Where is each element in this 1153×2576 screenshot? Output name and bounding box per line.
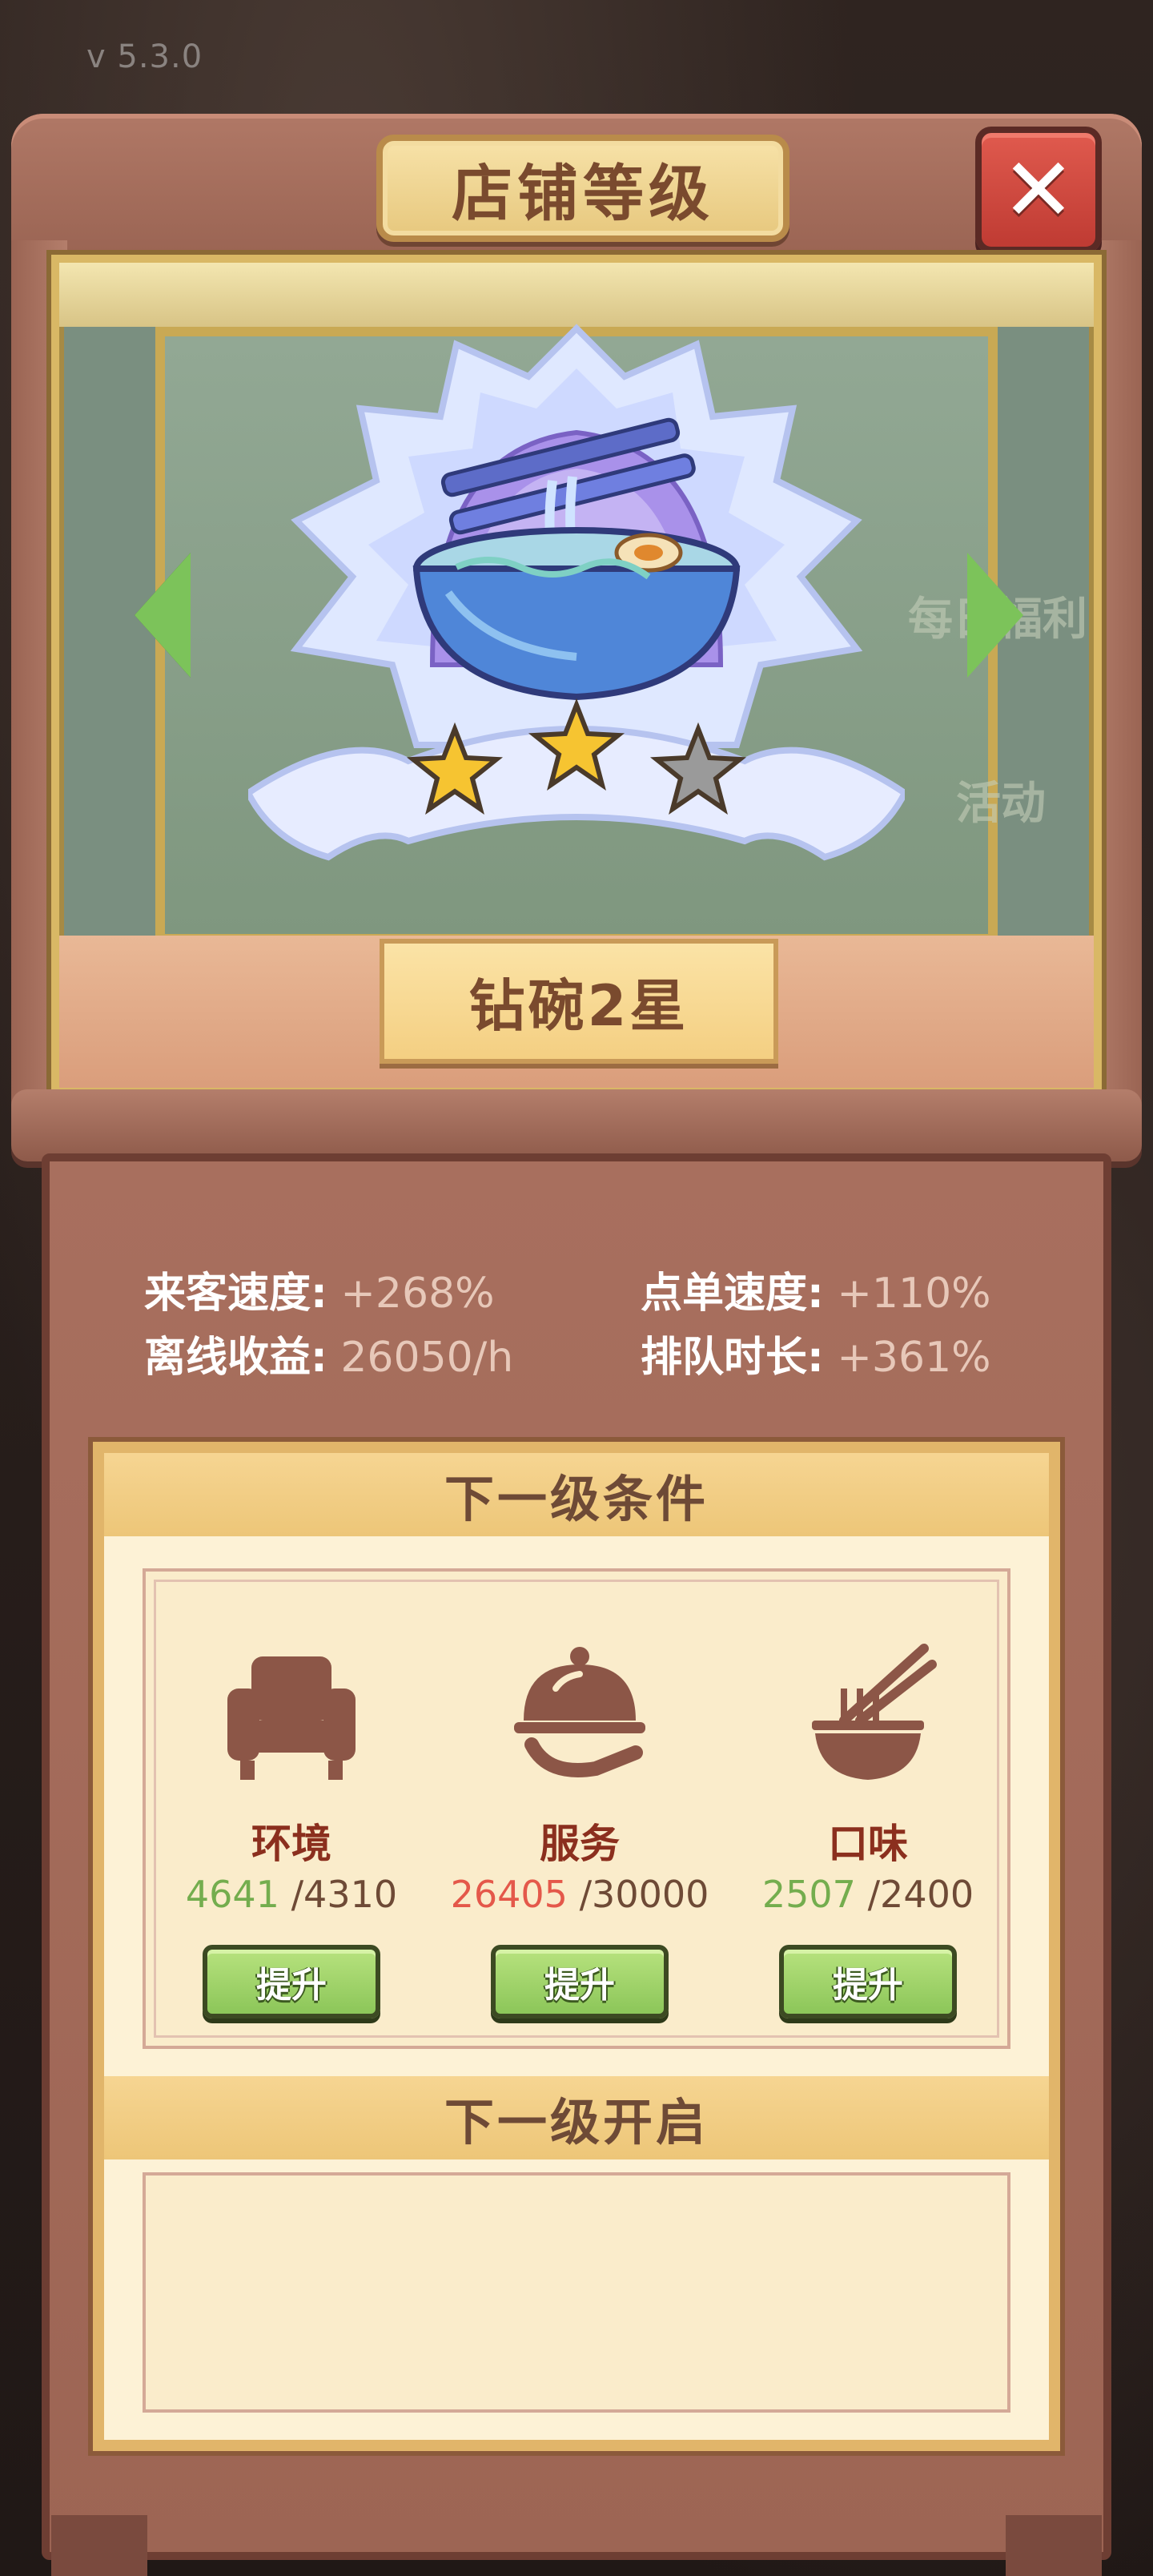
next-conditions-title: 下一级条件 xyxy=(444,1470,709,1528)
cabinet-foot xyxy=(51,2515,147,2576)
condition-progress: 4641 /4310 xyxy=(185,1873,398,1916)
noodle-bowl-diamond-emblem xyxy=(248,324,905,861)
stat-customer-speed: 来客速度: +268% xyxy=(144,1270,495,1318)
upgrade-environment-button[interactable]: 提升 xyxy=(203,1945,380,2019)
condition-name: 环境 xyxy=(251,1821,331,1867)
cabinet-foot xyxy=(1006,2515,1102,2576)
cabinet-ledge xyxy=(11,1089,1142,1161)
next-conditions-header: 下一级条件 xyxy=(104,1453,1049,1536)
condition-progress: 2507 /2400 xyxy=(761,1873,974,1916)
next-unlock-box xyxy=(143,2172,1010,2413)
condition-taste: 口味 2507 /2400 提升 xyxy=(732,1572,1004,2052)
rank-label: 钻碗2星 xyxy=(468,972,689,1039)
condition-service: 服务 26405 /30000 提升 xyxy=(444,1572,716,2052)
armchair-icon xyxy=(227,1656,356,1780)
conditions-box: 环境 4641 /4310 提升 服务 26405 /30000 提升 口味 2… xyxy=(143,1568,1010,2049)
next-unlock-header: 下一级开启 xyxy=(104,2076,1049,2159)
stat-offline-income: 离线收益: 26050/h xyxy=(144,1334,514,1382)
serving-cloche-icon xyxy=(514,1647,645,1777)
previous-level-arrow-icon[interactable] xyxy=(135,553,191,678)
next-level-arrow-icon[interactable] xyxy=(967,553,1023,678)
next-level-panel: 下一级条件 环境 4641 /4310 提升 服务 26405 /30000 提… xyxy=(93,1442,1060,2451)
rank-plaque: 钻碗2星 xyxy=(380,939,778,1064)
upgrade-service-button[interactable]: 提升 xyxy=(491,1945,669,2019)
upgrade-taste-button[interactable]: 提升 xyxy=(779,1945,957,2019)
close-button[interactable]: ✕ xyxy=(975,127,1102,253)
stat-order-speed: 点单速度: +110% xyxy=(641,1270,991,1318)
close-icon: ✕ xyxy=(1001,139,1076,241)
next-unlock-title: 下一级开启 xyxy=(444,2093,709,2151)
condition-name: 口味 xyxy=(828,1821,908,1867)
background-watermark: 活动 xyxy=(956,778,1046,830)
condition-environment: 环境 4641 /4310 提升 xyxy=(155,1572,428,2052)
condition-progress: 26405 /30000 xyxy=(450,1873,709,1916)
version-label: v 5.3.0 xyxy=(86,38,203,75)
condition-name: 服务 xyxy=(540,1821,620,1867)
page-title: 店铺等级 xyxy=(452,158,714,229)
bowl-chopsticks-icon xyxy=(812,1644,937,1780)
stat-queue-time: 排队时长: +361% xyxy=(641,1334,991,1382)
title-plaque: 店铺等级 xyxy=(376,135,789,242)
